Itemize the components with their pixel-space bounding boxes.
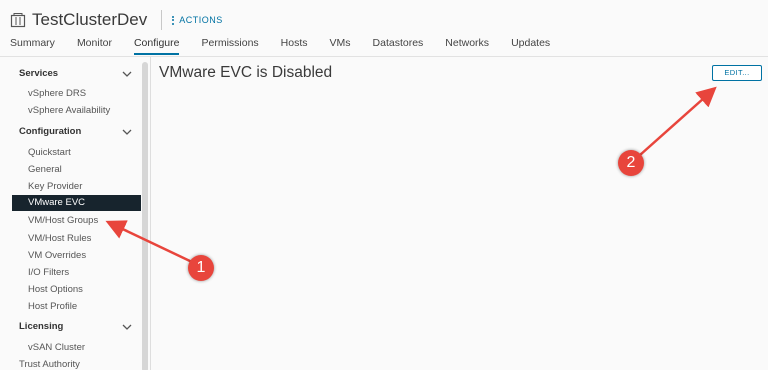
chevron-down-icon[interactable]: [122, 70, 132, 78]
tab-monitor[interactable]: Monitor: [77, 37, 112, 55]
section-services[interactable]: Services: [19, 68, 58, 79]
sidebar-scrollbar[interactable]: [142, 62, 148, 370]
config-sidebar: Services vSphere DRS vSphere Availabilit…: [0, 57, 151, 370]
sidebar-item-host-options[interactable]: Host Options: [28, 284, 83, 295]
sidebar-item-vsphere-availability[interactable]: vSphere Availability: [28, 105, 110, 116]
cluster-icon: [10, 12, 26, 28]
sidebar-item-trust-authority[interactable]: Trust Authority: [19, 359, 80, 370]
divider: [161, 10, 163, 30]
object-header: TestClusterDev ACTIONS Summary Monitor C…: [0, 0, 768, 57]
tab-updates[interactable]: Updates: [511, 37, 550, 55]
kebab-icon: [172, 14, 175, 26]
sidebar-item-key-provider[interactable]: Key Provider: [28, 181, 82, 192]
main-panel: VMware EVC is Disabled EDIT...: [151, 57, 768, 370]
sidebar-item-general[interactable]: General: [28, 164, 62, 175]
actions-label: ACTIONS: [179, 15, 223, 25]
sidebar-item-vm-host-groups[interactable]: VM/Host Groups: [28, 215, 98, 226]
sidebar-item-vm-host-rules[interactable]: VM/Host Rules: [28, 233, 91, 244]
tab-vms[interactable]: VMs: [330, 37, 351, 55]
sidebar-item-vsan-cluster[interactable]: vSAN Cluster: [28, 342, 85, 353]
chevron-down-icon[interactable]: [122, 128, 132, 136]
tab-datastores[interactable]: Datastores: [373, 37, 424, 55]
chevron-down-icon[interactable]: [122, 323, 132, 331]
tab-summary[interactable]: Summary: [10, 37, 55, 55]
sidebar-item-quickstart[interactable]: Quickstart: [28, 147, 71, 158]
annotation-badge-1: 1: [188, 255, 214, 281]
tab-hosts[interactable]: Hosts: [281, 37, 308, 55]
edit-button[interactable]: EDIT...: [712, 65, 762, 81]
sidebar-item-io-filters[interactable]: I/O Filters: [28, 267, 69, 278]
sidebar-item-vm-overrides[interactable]: VM Overrides: [28, 250, 86, 261]
title-row: TestClusterDev ACTIONS: [10, 9, 223, 31]
section-licensing[interactable]: Licensing: [19, 321, 63, 332]
evc-status-title: VMware EVC is Disabled: [159, 64, 333, 81]
section-configuration[interactable]: Configuration: [19, 126, 81, 137]
sidebar-item-vsphere-drs[interactable]: vSphere DRS: [28, 88, 86, 99]
tab-permissions[interactable]: Permissions: [201, 37, 258, 55]
tab-networks[interactable]: Networks: [445, 37, 489, 55]
actions-menu-button[interactable]: ACTIONS: [172, 14, 223, 26]
page-title: TestClusterDev: [32, 10, 148, 29]
sidebar-item-host-profile[interactable]: Host Profile: [28, 301, 77, 312]
tab-bar: Summary Monitor Configure Permissions Ho…: [10, 37, 572, 55]
sidebar-item-vmware-evc[interactable]: VMware EVC: [12, 195, 141, 211]
tab-configure[interactable]: Configure: [133, 37, 180, 55]
annotation-badge-2: 2: [618, 150, 644, 176]
